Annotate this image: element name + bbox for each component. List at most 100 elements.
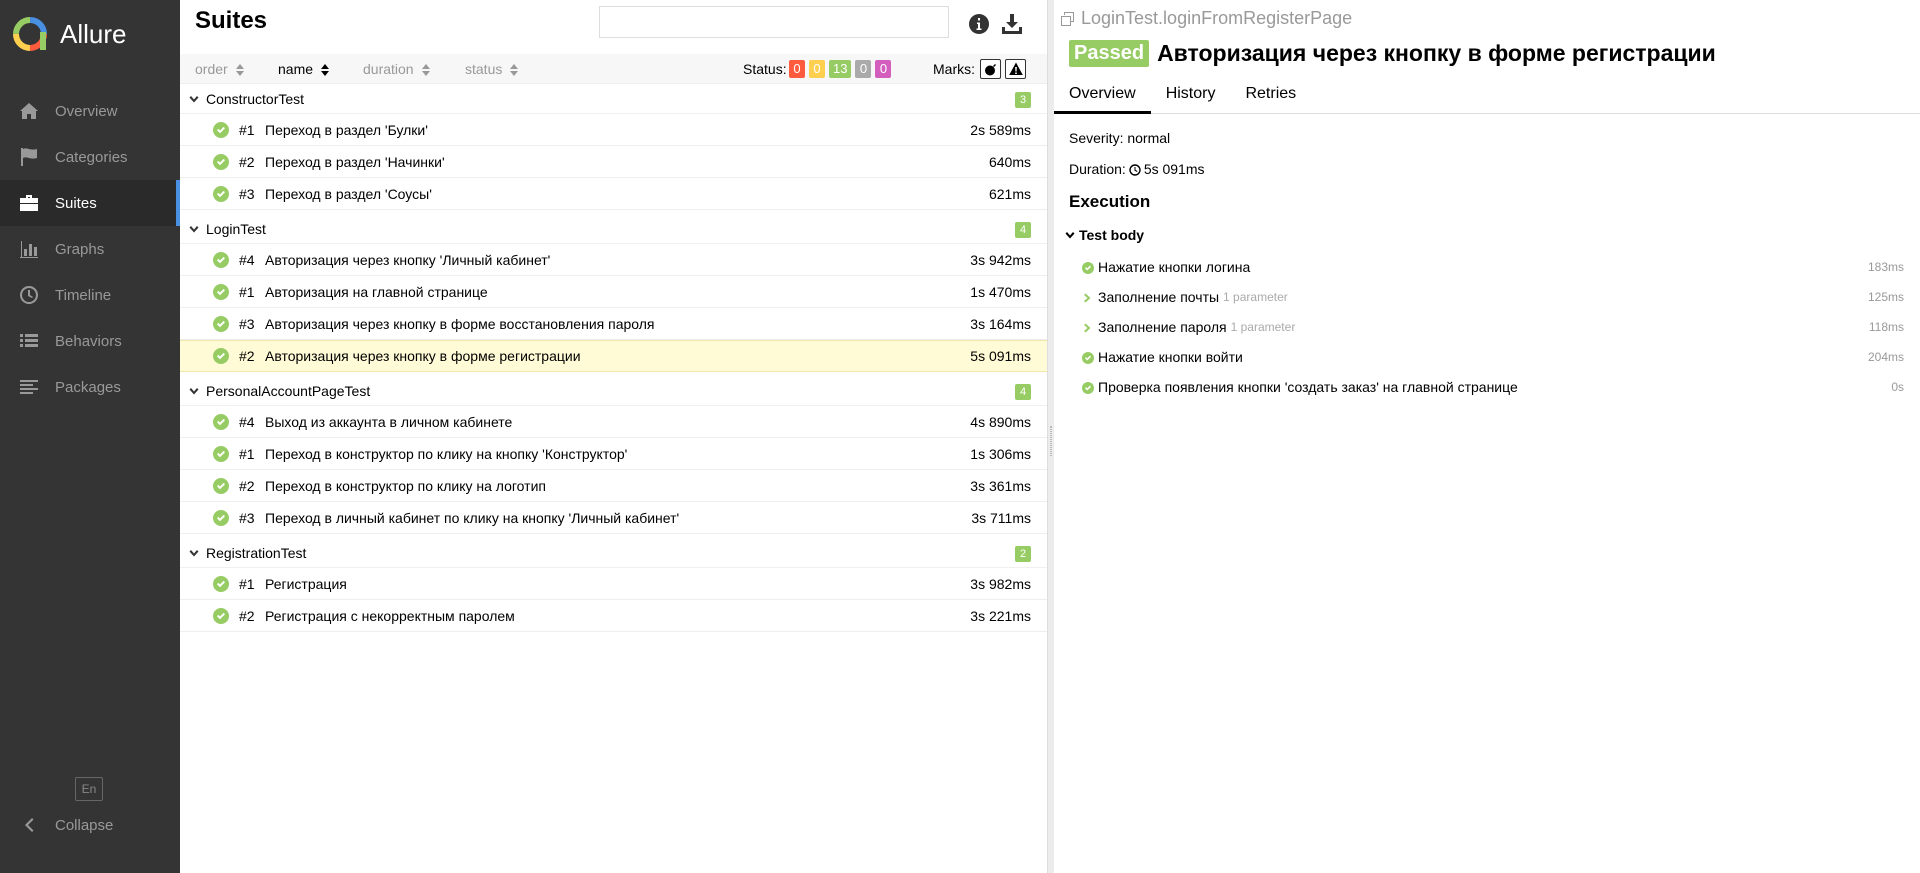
passed-icon (213, 477, 229, 494)
status-broken-badge[interactable]: 0 (809, 60, 825, 78)
test-row[interactable]: #2 Регистрация с некорректным паролем 3s 2… (180, 600, 1047, 632)
collapse-button[interactable]: Collapse (18, 815, 113, 835)
passed-icon (213, 185, 229, 202)
test-name: Авторизация через кнопку в форме регистр… (265, 348, 581, 364)
suite-group-header[interactable]: ConstructorTest 3 (180, 84, 1047, 114)
search-input[interactable] (599, 6, 949, 38)
status-filter-label: Status: (743, 61, 787, 77)
passed-icon (213, 575, 229, 592)
sidebar-item-graphs[interactable]: Graphs (0, 226, 180, 272)
test-duration: 640ms (988, 153, 1031, 170)
test-path-text: LoginTest.loginFromRegisterPage (1081, 8, 1353, 28)
chevron-down-icon (188, 223, 200, 235)
test-body-toggle[interactable]: Test body (1064, 227, 1144, 243)
test-row[interactable]: #4 Выход из аккаунта в личном кабинете 4s … (180, 406, 1047, 438)
status-failed-badge[interactable]: 0 (789, 60, 805, 78)
test-row[interactable]: #1 Переход в раздел 'Булки' 2s 589ms (180, 114, 1047, 146)
test-number: #1 (239, 283, 255, 300)
step-parameter-count: 1 parameter (1230, 320, 1296, 334)
test-row[interactable]: #3 Переход в раздел 'Соусы' 621ms (180, 178, 1047, 210)
test-step[interactable]: Проверка появления кнопки 'создать заказ… (1082, 376, 1904, 398)
test-name: Переход в раздел 'Начинки' (265, 153, 445, 170)
list-icon (18, 331, 40, 351)
test-name: Авторизация через кнопку в форме восстан… (265, 315, 655, 332)
test-row[interactable]: #1 Авторизация на главной странице 1s 470m… (180, 276, 1047, 308)
sort-order[interactable]: order (195, 61, 244, 77)
chevron-right-icon (1082, 291, 1094, 303)
test-number: #2 (239, 607, 255, 624)
test-row[interactable]: #3 Авторизация через кнопку в форме восст… (180, 308, 1047, 340)
collapse-label: Collapse (55, 816, 114, 834)
test-detail-pane: LoginTest.loginFromRegisterPage Passed А… (1054, 0, 1920, 873)
duration-label: Duration: (1069, 161, 1126, 177)
status-passed-badge[interactable]: 13 (829, 60, 852, 78)
test-step[interactable]: Заполнение пароля 1 parameter 118ms (1082, 316, 1904, 338)
suites-header: Suites (180, 0, 1047, 54)
sidebar-item-behaviors[interactable]: Behaviors (0, 318, 180, 364)
test-duration: 4s 890ms (970, 413, 1031, 430)
info-button[interactable] (967, 12, 991, 36)
passed-icon (213, 153, 229, 170)
sidebar-item-timeline[interactable]: Timeline (0, 272, 180, 318)
test-name: Регистрация с некорректным паролем (265, 607, 515, 624)
sort-icon (235, 63, 244, 76)
tab-retries[interactable]: Retries (1230, 80, 1311, 114)
test-duration: 3s 164ms (970, 315, 1031, 332)
test-row[interactable]: #2 Переход в раздел 'Начинки' 640ms (180, 146, 1047, 178)
splitter-grip[interactable] (1050, 426, 1052, 456)
test-step[interactable]: Заполнение почты 1 parameter 125ms (1082, 286, 1904, 308)
passed-icon (213, 348, 229, 364)
sidebar-item-overview[interactable]: Overview (0, 88, 180, 134)
test-step[interactable]: Нажатие кнопки войти 204ms (1082, 346, 1904, 368)
execution-heading: Execution (1069, 192, 1151, 211)
sidebar-item-label: Packages (55, 378, 121, 396)
passed-icon (213, 509, 229, 526)
test-step[interactable]: Нажатие кнопки логина 183ms (1082, 256, 1904, 278)
test-number: #2 (239, 348, 255, 364)
suite-group-header[interactable]: LoginTest 4 (180, 214, 1047, 244)
test-row[interactable]: #1 Переход в конструктор по клику на кноп… (180, 438, 1047, 470)
sort-duration[interactable]: duration (363, 61, 430, 77)
test-row[interactable]: #4 Авторизация через кнопку 'Личный кабин… (180, 244, 1047, 276)
sort-status[interactable]: status (465, 61, 519, 77)
tab-overview[interactable]: Overview (1054, 80, 1151, 114)
chevron-left-icon (18, 815, 40, 835)
test-number: #3 (239, 185, 255, 202)
sidebar-item-suites[interactable]: Suites (0, 180, 180, 226)
download-button[interactable] (1000, 12, 1024, 36)
tab-history[interactable]: History (1151, 80, 1231, 114)
brand[interactable]: Allure (0, 0, 180, 68)
sort-name[interactable]: name (278, 61, 330, 77)
copy-icon[interactable] (1060, 11, 1076, 27)
sidebar-item-label: Suites (55, 194, 97, 212)
suite-name: LoginTest (206, 220, 266, 237)
mark-flaky-button[interactable] (980, 59, 1001, 79)
passed-icon (213, 315, 229, 332)
test-row[interactable]: #1 Регистрация 3s 982ms (180, 568, 1047, 600)
passed-icon (1082, 261, 1094, 274)
test-row[interactable]: #2 Переход в конструктор по клику на лого… (180, 470, 1047, 502)
test-number: #4 (239, 251, 255, 268)
sidebar-item-label: Graphs (55, 240, 105, 258)
status-unknown-badge[interactable]: 0 (875, 60, 892, 78)
sort-icon (510, 63, 519, 76)
step-duration: 183ms (1867, 260, 1904, 274)
sidebar-item-packages[interactable]: Packages (0, 364, 180, 410)
sidebar-item-categories[interactable]: Categories (0, 134, 180, 180)
test-name: Переход в конструктор по клику на логоти… (265, 477, 546, 494)
language-switch[interactable]: En (75, 777, 103, 801)
mark-new-failed-button[interactable] (1005, 59, 1026, 79)
test-row[interactable]: #2 Авторизация через кнопку в форме регис… (180, 340, 1047, 372)
pane-splitter[interactable] (1047, 0, 1054, 873)
bar-chart-icon (18, 239, 40, 259)
step-duration: 0s (1891, 380, 1904, 394)
test-duration: 5s 091ms (970, 348, 1031, 364)
test-duration: 1s 306ms (970, 445, 1031, 462)
suite-group-header[interactable]: PersonalAccountPageTest 4 (180, 376, 1047, 406)
status-skipped-badge[interactable]: 0 (855, 60, 872, 78)
duration-value: 5s 091ms (1143, 161, 1205, 177)
suite-group-header[interactable]: RegistrationTest 2 (180, 538, 1047, 568)
test-row[interactable]: #3 Переход в личный кабинет по клику на к… (180, 502, 1047, 534)
step-name: Проверка появления кнопки 'создать заказ… (1098, 379, 1518, 395)
sidebar-item-label: Timeline (55, 286, 112, 304)
